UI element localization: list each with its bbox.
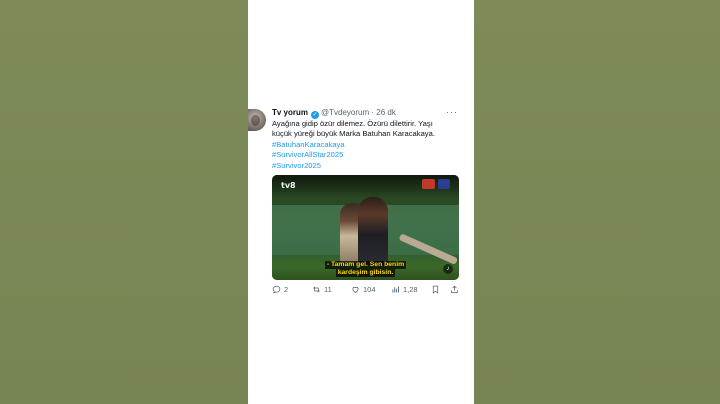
subtitle-line: - Tamam gel. Sen benim: [324, 261, 407, 269]
author-name[interactable]: Tv yorum: [272, 108, 308, 117]
channel-logo: tv8: [281, 181, 296, 190]
right-background: [474, 0, 720, 404]
bookmark-button[interactable]: [431, 284, 443, 296]
hashtag-link[interactable]: #BatuhanKaracakaya: [272, 140, 468, 150]
retweet-button[interactable]: 11: [312, 284, 332, 296]
share-icon: [451, 285, 458, 293]
reply-button[interactable]: 2: [272, 284, 288, 296]
hashtag-link[interactable]: #Survivor2025: [272, 161, 468, 171]
video-subtitle: - Tamam gel. Sen benim kardeşim gibisin.: [272, 261, 459, 277]
share-button[interactable]: [450, 284, 462, 296]
timestamp[interactable]: 26 dk: [376, 108, 396, 117]
bookmark-icon: [432, 285, 439, 294]
speaker-icon[interactable]: ♪: [443, 264, 453, 274]
more-options-icon[interactable]: ···: [446, 107, 458, 117]
reply-count: 2: [284, 285, 289, 294]
heart-icon: [352, 286, 359, 293]
team-red-badge: [422, 179, 435, 189]
bar-chart-icon: [392, 286, 399, 292]
retweet-icon: [313, 286, 320, 292]
subtitle-line: kardeşim gibisin.: [335, 269, 396, 277]
reply-icon: [272, 285, 281, 294]
tweet-text-line: Ayağına gidip özür dilemez. Özürü dilett…: [272, 119, 433, 128]
team-blue-badge: [437, 179, 450, 189]
like-button[interactable]: 104: [351, 284, 376, 296]
author-handle[interactable]: @Tvdeyorum: [321, 108, 369, 117]
tweet-actions: 2 11 104 1,28: [272, 284, 468, 296]
left-background: [0, 0, 248, 404]
retweet-count: 11: [324, 285, 332, 294]
hashtag-link[interactable]: #SurvivorAllStar2025: [272, 150, 468, 160]
tweet-video[interactable]: tv8 - Tamam gel. Sen benim kardeşim gibi…: [272, 175, 459, 280]
views-count: 1,28: [403, 285, 418, 294]
score-badge: [422, 179, 450, 189]
separator: ·: [371, 108, 375, 117]
tweet-text-line: küçük yüreği büyük Marka Batuhan Karacak…: [272, 129, 435, 139]
tweet-text: Ayağına gidip özür dilemez. Özürü dilett…: [272, 119, 468, 171]
video-person: [358, 197, 388, 265]
views-button[interactable]: 1,28: [391, 284, 418, 296]
tweet-header: Tv yorum ✓ @Tvdeyorum · 26 dk ···: [272, 107, 468, 119]
like-count: 104: [363, 285, 376, 294]
verified-badge-icon: ✓: [311, 111, 320, 119]
tweet-panel: Tv yorum ✓ @Tvdeyorum · 26 dk ··· Ayağına …: [248, 0, 474, 404]
avatar[interactable]: [248, 109, 266, 131]
